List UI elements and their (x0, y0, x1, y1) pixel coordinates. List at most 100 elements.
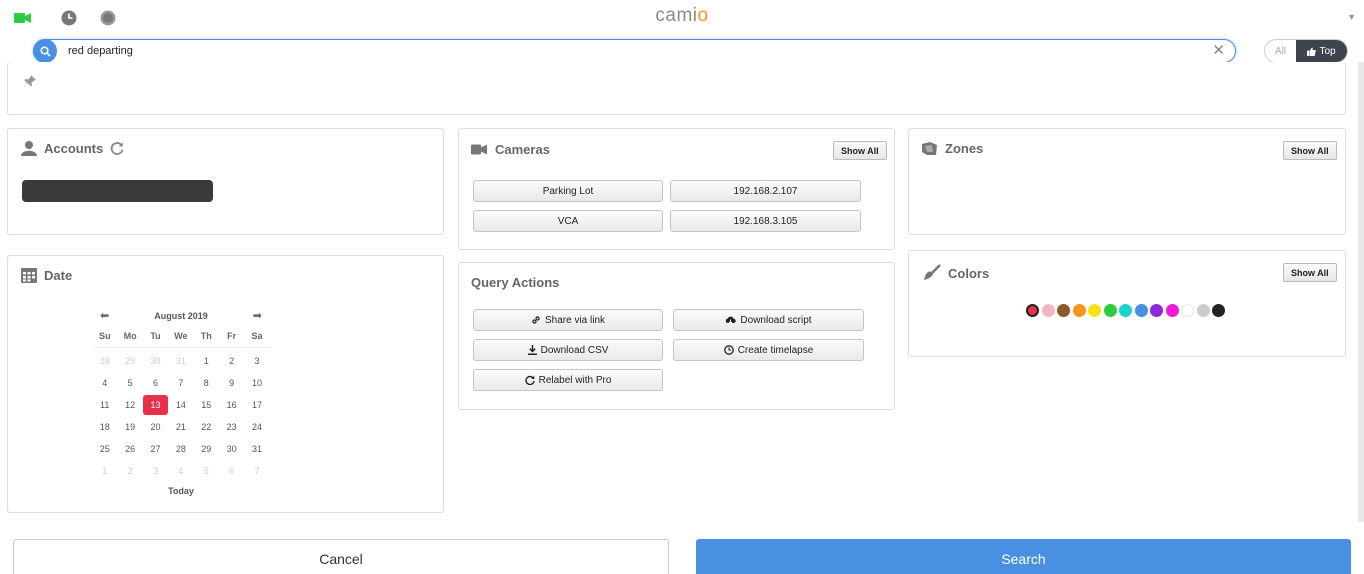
calendar-day[interactable]: 15 (194, 400, 219, 410)
account-selector[interactable] (22, 180, 213, 202)
calendar-day-selected[interactable]: 13 (142, 395, 169, 415)
color-swatch-cyan[interactable] (1119, 304, 1132, 317)
calendar-day[interactable]: 2 (117, 466, 142, 476)
calendar-day[interactable]: 17 (244, 400, 269, 410)
calendar-day[interactable]: 7 (168, 378, 193, 388)
color-swatch-orange[interactable] (1072, 304, 1086, 317)
calendar-day[interactable]: 9 (219, 378, 244, 388)
color-swatch-pink[interactable] (1041, 304, 1055, 317)
chevron-down-icon[interactable]: ▼ (1347, 12, 1356, 22)
top-option[interactable]: Top (1296, 40, 1347, 62)
clear-icon[interactable]: ✕ (1212, 42, 1225, 60)
calendar-day[interactable]: 28 (92, 356, 117, 366)
refresh-icon[interactable] (110, 141, 124, 155)
camera-button-parking-lot[interactable]: Parking Lot (473, 180, 663, 202)
search-input[interactable] (68, 43, 1208, 59)
search-icon[interactable] (33, 39, 57, 63)
calendar-day[interactable]: 1 (194, 356, 219, 366)
weekday-header: Su Mo Tu We Th Fr Sa (92, 325, 270, 347)
create-timelapse-button[interactable]: Create timelapse (673, 339, 864, 361)
relabel-label: Relabel with Pro (538, 374, 612, 386)
calendar-day[interactable]: 1 (92, 466, 117, 476)
calendar-day[interactable]: 31 (244, 444, 269, 454)
color-swatch-red[interactable] (1026, 304, 1039, 317)
calendar-day[interactable]: 3 (244, 356, 269, 366)
download-script-label: Download script (740, 314, 812, 326)
colors-title: Colors (948, 265, 990, 281)
zones-heading: Zones (921, 141, 983, 156)
weekday-label: We (174, 331, 188, 341)
calendar-day[interactable]: 4 (92, 378, 117, 388)
calendar-day[interactable]: 26 (117, 444, 142, 454)
calendar-day[interactable]: 29 (194, 444, 219, 454)
color-swatch-blue[interactable] (1134, 304, 1148, 317)
calendar-day[interactable]: 5 (117, 378, 142, 388)
download-icon (527, 345, 537, 355)
color-swatch-purple[interactable] (1150, 304, 1163, 317)
calendar-day[interactable]: 6 (219, 466, 244, 476)
calendar-day[interactable]: 6 (143, 378, 168, 388)
scrollbar[interactable] (1358, 62, 1364, 522)
calendar-day[interactable]: 8 (194, 378, 219, 388)
camera-button-192-168-2-107[interactable]: 192.168.2.107 (670, 180, 861, 202)
calendar-day[interactable]: 21 (168, 422, 193, 432)
cancel-button[interactable]: Cancel (13, 539, 669, 574)
weekday-label: Fr (227, 331, 237, 341)
calendar-day[interactable]: 10 (244, 378, 269, 388)
download-script-button[interactable]: Download script (673, 309, 864, 331)
calendar-day[interactable]: 14 (168, 400, 193, 410)
calendar-day[interactable]: 31 (168, 356, 193, 366)
zones-show-all-button[interactable]: Show All (1283, 141, 1337, 160)
share-via-link-button[interactable]: Share via link (473, 309, 663, 331)
all-top-toggle[interactable]: All Top (1264, 39, 1348, 63)
calendar-day[interactable]: 20 (143, 422, 168, 432)
calendar-day[interactable]: 2 (219, 356, 244, 366)
pin-icon[interactable] (23, 74, 37, 93)
all-option[interactable]: All (1265, 40, 1296, 62)
calendar-day[interactable]: 30 (219, 444, 244, 454)
next-month-arrow-icon[interactable]: ➡ (253, 309, 262, 322)
calendar-day[interactable]: 23 (219, 422, 244, 432)
calendar-day[interactable]: 16 (219, 400, 244, 410)
pinned-panel (7, 62, 1346, 115)
cameras-panel: Cameras Show All Parking Lot 192.168.2.1… (458, 128, 895, 250)
calendar-day[interactable]: 29 (117, 356, 142, 366)
calendar-day[interactable]: 12 (117, 400, 142, 410)
calendar-day[interactable]: 7 (244, 466, 269, 476)
relabel-with-pro-button[interactable]: Relabel with Pro (473, 369, 663, 391)
paintbrush-icon (924, 264, 941, 280)
calendar-month-label: August 2019 (154, 311, 208, 321)
calendar-day[interactable]: 5 (194, 466, 219, 476)
link-icon (532, 316, 540, 324)
calendar-day[interactable]: 11 (92, 400, 117, 410)
camera-button-vca[interactable]: VCA (473, 210, 663, 232)
calendar-day[interactable]: 3 (143, 466, 168, 476)
calendar-day[interactable]: 24 (244, 422, 269, 432)
color-swatch-yellow[interactable] (1088, 304, 1101, 317)
color-swatch-magenta[interactable] (1165, 304, 1179, 317)
colors-show-all-button[interactable]: Show All (1283, 263, 1337, 282)
color-swatch-gray[interactable] (1196, 304, 1210, 317)
calendar-day[interactable]: 25 (92, 444, 117, 454)
weekday-label: Mo (123, 331, 137, 341)
calendar-day[interactable]: 18 (92, 422, 117, 432)
search-button[interactable]: Search (696, 539, 1351, 574)
calendar-week: 18 19 20 21 22 23 24 (92, 416, 270, 438)
calendar-day[interactable]: 27 (143, 444, 168, 454)
color-swatch-green[interactable] (1103, 304, 1117, 317)
cameras-show-all-button[interactable]: Show All (833, 141, 887, 160)
calendar-day[interactable]: 30 (143, 356, 168, 366)
color-swatch-white[interactable] (1181, 304, 1194, 317)
zones-title: Zones (945, 141, 984, 156)
calendar-day[interactable]: 4 (168, 466, 193, 476)
calendar-day[interactable]: 22 (194, 422, 219, 432)
color-swatch-brown[interactable] (1057, 304, 1070, 317)
calendar-day[interactable]: 28 (168, 444, 193, 454)
calendar-day[interactable]: 19 (117, 422, 142, 432)
today-button[interactable]: Today (92, 486, 270, 496)
accounts-heading: Accounts (21, 140, 124, 156)
color-swatch-black[interactable] (1212, 304, 1225, 317)
download-csv-button[interactable]: Download CSV (473, 339, 663, 361)
calendar-week: 28 29 30 31 1 2 3 (92, 350, 270, 372)
camera-button-192-168-3-105[interactable]: 192.168.3.105 (670, 210, 861, 232)
